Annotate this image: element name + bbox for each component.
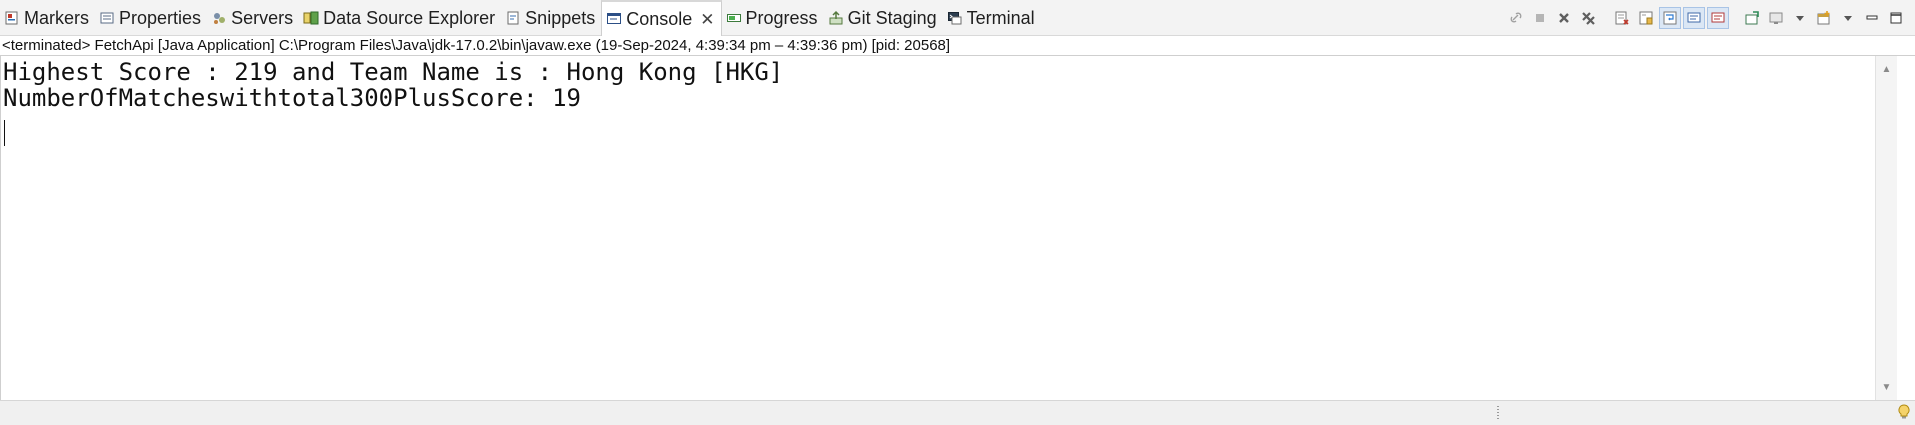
tab-servers[interactable]: Servers [207, 0, 299, 36]
tab-snippets[interactable]: Snippets [501, 0, 601, 36]
pin-console-icon[interactable] [1741, 7, 1763, 29]
tab-git-staging[interactable]: Git Staging [824, 0, 943, 36]
tab-label: Properties [119, 7, 202, 28]
minimize-icon[interactable] [1861, 7, 1883, 29]
remove-launch-icon[interactable] [1553, 7, 1575, 29]
console-icon [606, 11, 622, 27]
tab-console[interactable]: Console ✕ [601, 0, 722, 36]
tab-label: Markers [24, 7, 90, 28]
tab-terminal[interactable]: Terminal [943, 0, 1041, 36]
tab-data-source-explorer[interactable]: Data Source Explorer [299, 0, 501, 36]
tab-properties[interactable]: Properties [95, 0, 207, 36]
tab-progress[interactable]: Progress [722, 0, 824, 36]
view-right-gutter [1897, 56, 1915, 400]
console-toolbar [1503, 0, 1915, 36]
toolbar-separator [1601, 7, 1609, 29]
tab-label: Progress [745, 7, 818, 28]
console-process-status: <terminated> FetchApi [Java Application]… [0, 36, 1915, 56]
git-staging-icon [828, 10, 844, 26]
status-bar [0, 400, 1915, 422]
open-console-icon[interactable] [1813, 7, 1835, 29]
scroll-down-arrow-icon[interactable]: ▼ [1876, 378, 1897, 396]
tab-label: Terminal [966, 7, 1035, 28]
clear-console-icon[interactable] [1611, 7, 1633, 29]
toolbar-separator [1731, 7, 1739, 29]
tab-label: Console [626, 8, 693, 29]
status-bar-grip[interactable] [1497, 406, 1499, 420]
stop-icon[interactable] [1529, 7, 1551, 29]
tab-label: Data Source Explorer [323, 7, 496, 28]
tab-markers[interactable]: Markers [0, 0, 95, 36]
tab-label: Snippets [525, 7, 596, 28]
terminal-icon [947, 10, 963, 26]
word-wrap-icon[interactable] [1659, 7, 1681, 29]
display-console-icon[interactable] [1765, 7, 1787, 29]
dropdown-icon[interactable] [1789, 7, 1811, 29]
snippets-icon [505, 10, 521, 26]
data-source-explorer-icon [303, 10, 319, 26]
lightbulb-icon[interactable] [1896, 404, 1912, 420]
console-output[interactable]: Highest Score : 219 and Team Name is : H… [0, 56, 1875, 400]
text-caret [4, 120, 5, 146]
close-icon[interactable]: ✕ [700, 11, 714, 28]
view-tab-bar: Markers Properties Servers Data Source E… [0, 0, 1915, 36]
tab-label: Git Staging [847, 7, 937, 28]
progress-icon [726, 10, 742, 26]
servers-icon [211, 10, 227, 26]
scroll-lock-icon[interactable] [1635, 7, 1657, 29]
properties-icon [99, 10, 115, 26]
vertical-scrollbar[interactable]: ▲ ▼ [1875, 56, 1897, 400]
dropdown-icon[interactable] [1837, 7, 1859, 29]
scroll-up-arrow-icon[interactable]: ▲ [1876, 60, 1897, 78]
markers-icon [4, 10, 20, 26]
remove-all-terminated-icon[interactable] [1577, 7, 1599, 29]
view-tabs: Markers Properties Servers Data Source E… [0, 0, 1041, 36]
console-line: NumberOfMatcheswithtotal300PlusScore: 19 [3, 84, 581, 112]
show-on-stdout-icon[interactable] [1683, 7, 1705, 29]
link-icon[interactable] [1505, 7, 1527, 29]
tab-label: Servers [231, 7, 294, 28]
show-on-stderr-icon[interactable] [1707, 7, 1729, 29]
maximize-icon[interactable] [1885, 7, 1907, 29]
